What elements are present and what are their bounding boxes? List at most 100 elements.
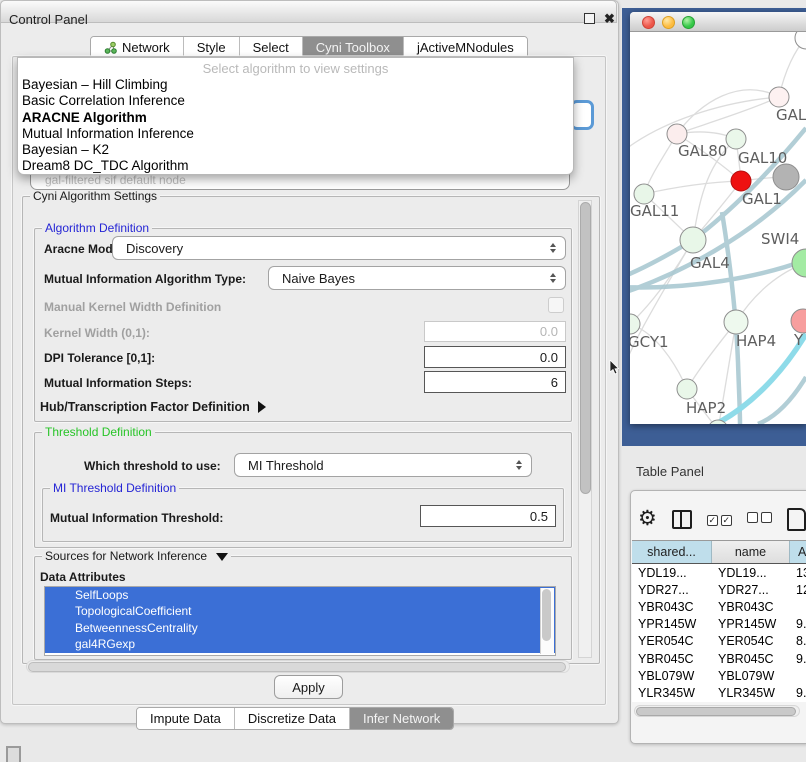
algorithm-definition-legend: Algorithm Definition xyxy=(42,221,152,235)
dropdown-item-bayesian-hill-climbing[interactable]: Bayesian – Hill Climbing xyxy=(18,77,573,93)
node-gcy1[interactable] xyxy=(630,314,640,334)
tab-label: Impute Data xyxy=(150,711,221,726)
attribute-item-betweennesscentrality[interactable]: BetweennessCentrality xyxy=(45,620,555,636)
mi-type-value: Naive Bayes xyxy=(282,271,355,286)
node-hap4[interactable] xyxy=(724,310,748,334)
column-header-a[interactable]: A xyxy=(790,541,806,563)
attribute-item-selfloops[interactable]: SelfLoops xyxy=(45,587,555,603)
table-cell: 8. xyxy=(790,633,806,650)
table-row[interactable]: YPR145WYPR145W9. xyxy=(632,616,806,633)
node-attribute-table: shared...nameA YDL19...YDL19...13YDR27..… xyxy=(632,540,806,702)
attribute-item-gal4rgexp[interactable]: gal4RGexp xyxy=(45,636,555,652)
sources-legend[interactable]: Sources for Network Inference xyxy=(42,549,231,563)
mi-type-combo[interactable]: Naive Bayes xyxy=(268,266,566,290)
which-threshold-value: MI Threshold xyxy=(248,458,324,473)
collapsed-panel-icon[interactable] xyxy=(6,746,21,762)
attributes-scrollbar-thumb[interactable] xyxy=(542,589,551,641)
tab-impute-data[interactable]: Impute Data xyxy=(137,708,235,729)
table-row[interactable]: YDR27...YDR27...12 xyxy=(632,581,806,598)
hub-factor-label: Hub/Transcription Factor Definition xyxy=(40,400,250,414)
node-swi4[interactable] xyxy=(792,249,806,277)
table-row[interactable]: YER054CYER054C8. xyxy=(632,633,806,650)
node-label-swi4: SWI4 xyxy=(761,230,799,248)
tab-network[interactable]: Network xyxy=(91,37,184,58)
mi-threshold-field[interactable]: 0.5 xyxy=(420,505,556,527)
dropdown-item-bayesian-k2[interactable]: Bayesian – K2 xyxy=(18,142,573,158)
column-view-icon[interactable] xyxy=(672,510,692,529)
close-window-icon[interactable] xyxy=(642,16,655,29)
mi-steps-field[interactable]: 6 xyxy=(424,371,566,393)
node-gal4[interactable] xyxy=(680,227,706,253)
table-row[interactable]: YDL19...YDL19...13 xyxy=(632,564,806,581)
network-window-titlebar[interactable] xyxy=(630,12,806,32)
dropdown-item-aracne-algorithm[interactable]: ARACNE Algorithm xyxy=(18,110,573,126)
table-row[interactable]: YBR045CYBR045C9. xyxy=(632,650,806,667)
data-attributes-list[interactable]: SelfLoopsTopologicalCoefficientBetweenne… xyxy=(44,586,556,656)
dpi-tolerance-field[interactable]: 0.0 xyxy=(424,346,566,368)
control-panel-title: Control Panel xyxy=(9,12,88,27)
node-unlabeled[interactable] xyxy=(795,32,806,49)
tab-jactivemnodules[interactable]: jActiveMNodules xyxy=(404,37,527,58)
table-cell: 9. xyxy=(790,684,806,701)
settings-gear-icon[interactable]: ⚙ xyxy=(638,504,657,534)
hub-factor-disclosure[interactable]: Hub/Transcription Factor Definition xyxy=(40,400,266,414)
tab-style[interactable]: Style xyxy=(184,37,240,58)
node-label-gal4: GAL4 xyxy=(690,254,730,272)
table-cell: YLR345W xyxy=(632,684,712,701)
deselect-all-checkboxes-icon[interactable] xyxy=(747,510,772,528)
control-panel-titlebar[interactable] xyxy=(0,0,617,23)
node-label-gal10: GAL10 xyxy=(738,149,787,167)
node-y[interactable] xyxy=(791,309,806,333)
zoom-window-icon[interactable] xyxy=(682,16,695,29)
node-gal10[interactable] xyxy=(726,129,746,149)
tab-label: Select xyxy=(253,40,289,55)
apply-button[interactable]: Apply xyxy=(274,675,343,699)
table-cell: YLR345W xyxy=(712,684,790,701)
table-cell: YBL079W xyxy=(712,667,790,684)
network-canvas[interactable]: GALGAL80GAL10GAL1GAL11SWI4GAL4GCY1YHAP4H… xyxy=(630,32,806,424)
float-window-icon[interactable] xyxy=(584,13,595,24)
which-threshold-combo[interactable]: MI Threshold xyxy=(234,453,532,477)
dropdown-item-basic-correlation-inference[interactable]: Basic Correlation Inference xyxy=(18,93,573,109)
table-cell: YBR043C xyxy=(712,598,790,615)
screenshot-stage: Control Panel ✖ NetworkStyle Select Cyni T… xyxy=(0,0,806,762)
threshold-definition-legend: Threshold Definition xyxy=(42,425,155,439)
cyni-mode-tabs: Impute Data Discretize DataInfer Network xyxy=(136,707,454,730)
node-gal[interactable] xyxy=(769,87,789,107)
column-header-shared[interactable]: shared... xyxy=(632,541,712,563)
tab-discretize-data[interactable]: Discretize Data xyxy=(235,708,350,729)
table-cell: YBR043C xyxy=(632,598,712,615)
aracne-mode-combo[interactable]: Discovery xyxy=(112,236,566,260)
table-toolbar: ⚙ ✓✓ xyxy=(638,503,806,535)
node-unlabeled[interactable] xyxy=(773,164,799,190)
dropdown-item-dream8-dc-tdc-algorithm[interactable]: Dream8 DC_TDC Algorithm xyxy=(18,158,573,174)
node-gal11[interactable] xyxy=(634,184,654,204)
table-cell: YBR045C xyxy=(632,650,712,667)
node-hap2[interactable] xyxy=(677,379,697,399)
column-header-name[interactable]: name xyxy=(712,541,790,563)
settings-hscrollbar-thumb[interactable] xyxy=(28,662,566,672)
manual-kernel-checkbox[interactable] xyxy=(548,297,564,313)
cyni-settings-legend: Cyni Algorithm Settings xyxy=(30,189,160,203)
table-row[interactable]: YLR345WYLR345W9. xyxy=(632,684,806,701)
tab-select[interactable]: Select xyxy=(240,37,303,58)
new-table-icon[interactable] xyxy=(787,508,806,531)
tab-cyni-toolbox[interactable]: Cyni Toolbox xyxy=(303,37,404,58)
table-row[interactable]: YBL079WYBL079W xyxy=(632,667,806,684)
tab-infer-network[interactable]: Infer Network xyxy=(350,708,453,729)
minimize-window-icon[interactable] xyxy=(662,16,675,29)
select-all-checkboxes-icon[interactable]: ✓✓ xyxy=(707,510,732,528)
table-hscrollbar-thumb[interactable] xyxy=(636,707,796,716)
table-row[interactable]: YBR043CYBR043C xyxy=(632,598,806,615)
attribute-item-topologicalcoefficient[interactable]: TopologicalCoefficient xyxy=(45,603,555,619)
node-gal1[interactable] xyxy=(731,171,751,191)
kernel-width-field[interactable]: 0.0 xyxy=(424,321,566,342)
node-gal80[interactable] xyxy=(667,124,687,144)
table-cell: YDR27... xyxy=(712,581,790,598)
node-label-gcy1: GCY1 xyxy=(630,333,669,351)
close-panel-icon[interactable]: ✖ xyxy=(604,13,615,24)
settings-scrollbar-thumb[interactable] xyxy=(580,202,591,494)
table-row[interactable]: YIL052CYIL052C9 xyxy=(632,702,806,703)
network-graph: GALGAL80GAL10GAL1GAL11SWI4GAL4GCY1YHAP4H… xyxy=(630,32,806,424)
dropdown-item-mutual-information-inference[interactable]: Mutual Information Inference xyxy=(18,126,573,142)
